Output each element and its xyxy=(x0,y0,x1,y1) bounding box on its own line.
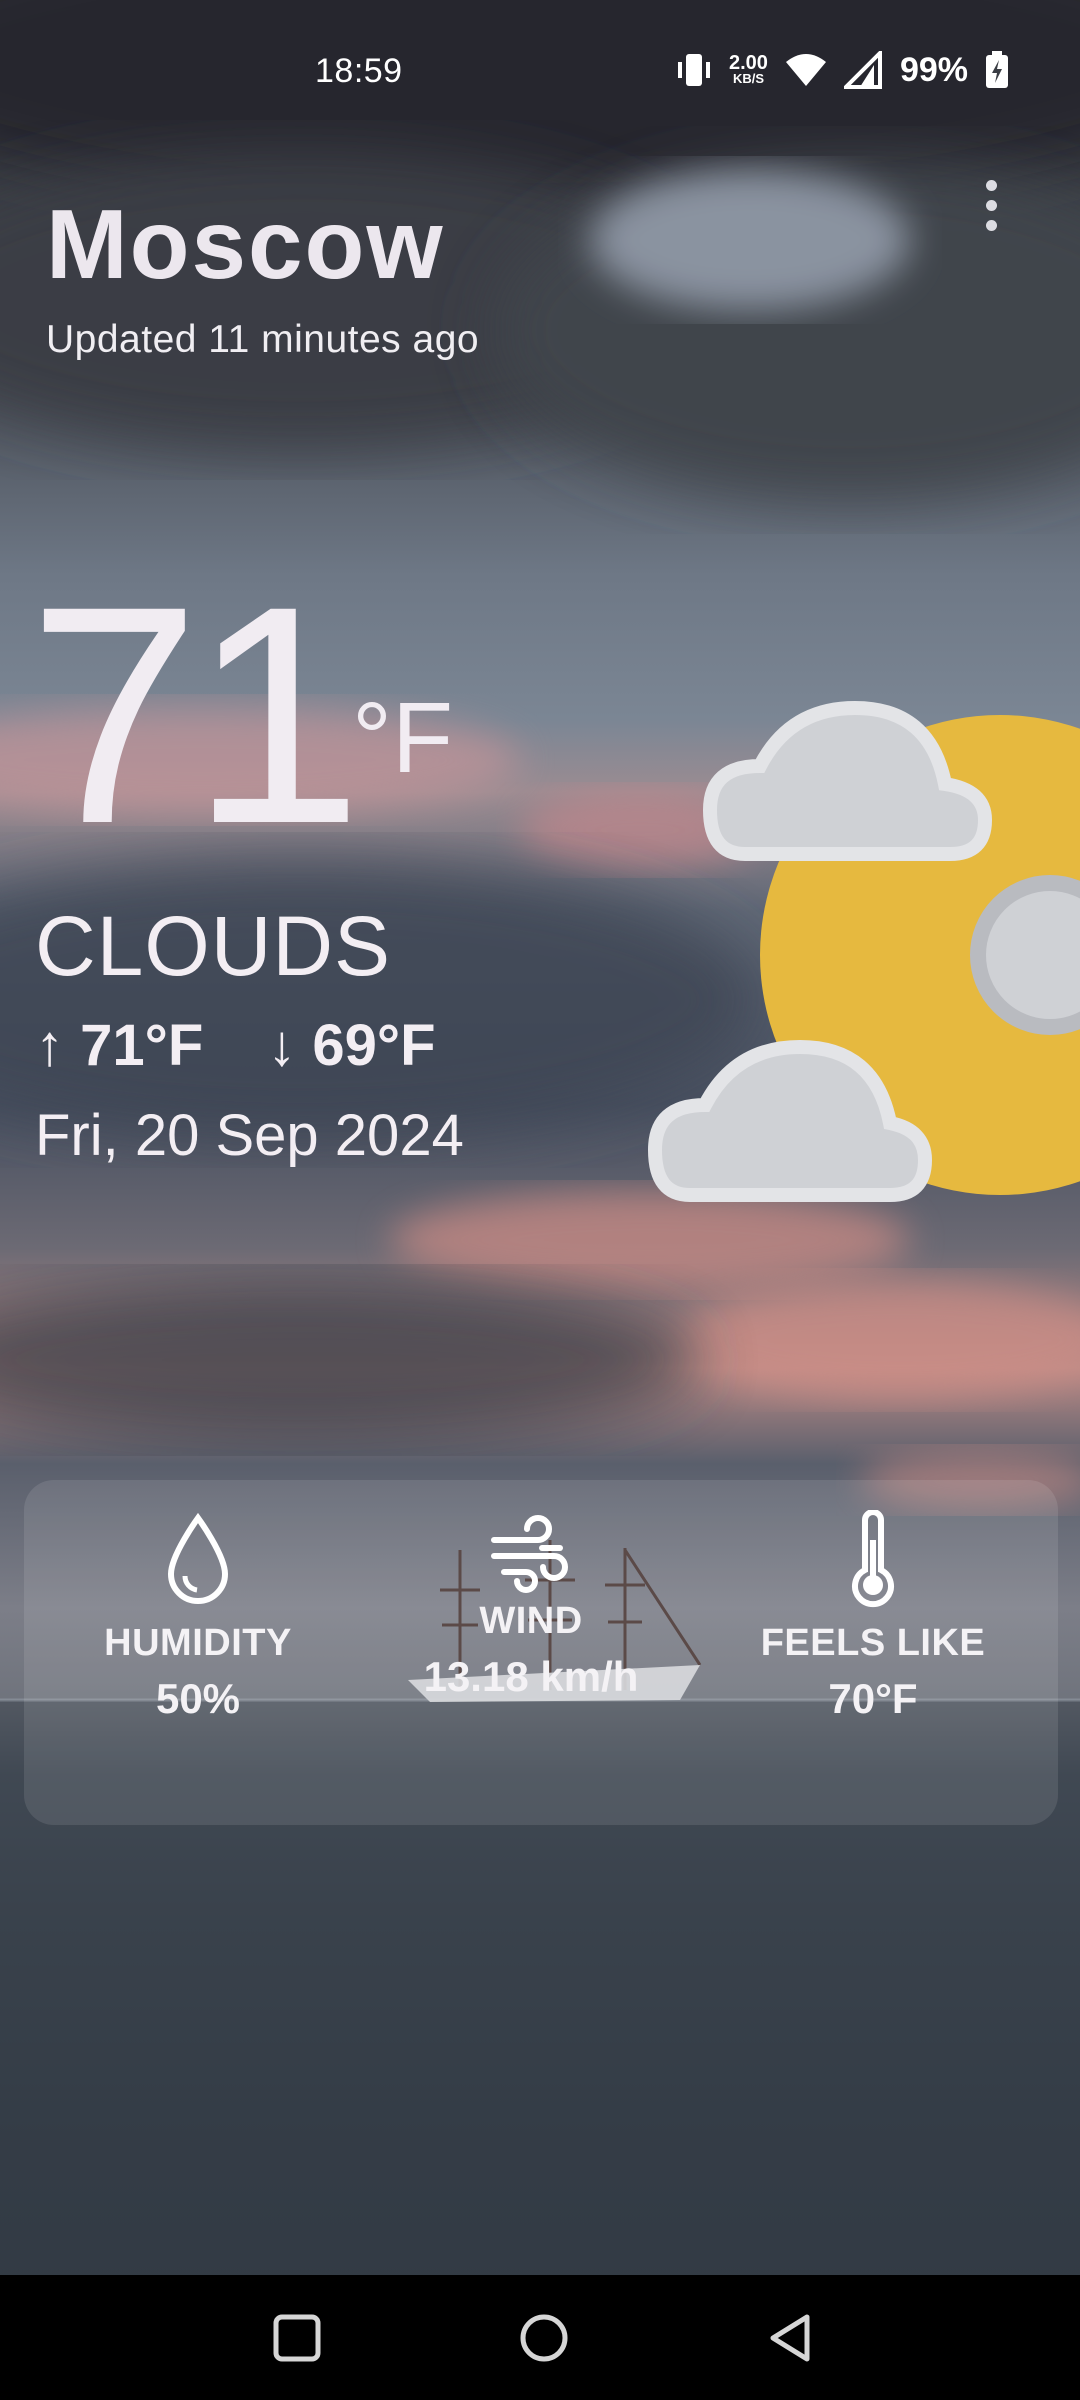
low-temperature: ↓ 69°F xyxy=(267,1013,436,1078)
battery-charging-icon xyxy=(986,51,1008,88)
wind-label: WIND xyxy=(479,1600,583,1642)
status-time: 18:59 xyxy=(315,52,403,90)
recents-square-icon[interactable] xyxy=(267,2308,327,2368)
temperature-unit: °F xyxy=(352,682,454,794)
wind-stat: WIND 13.18 km/h xyxy=(381,1510,681,1701)
current-temperature: 71 xyxy=(28,541,363,888)
home-circle-icon[interactable] xyxy=(514,2308,574,2368)
last-updated: Updated 11 minutes ago xyxy=(46,318,480,361)
sun-behind-clouds-icon xyxy=(647,700,1080,1202)
feels-like-value: 70°F xyxy=(828,1675,918,1722)
city-name: Moscow xyxy=(46,189,445,299)
status-icons: 2.00 KB/S 99% xyxy=(675,48,1010,92)
current-date: Fri, 20 Sep 2024 xyxy=(35,1103,464,1168)
feels-like-stat: FEELS LIKE 70°F xyxy=(723,1510,1023,1723)
network-speed-unit: KB/S xyxy=(732,71,764,86)
wind-value: 13.18 km/h xyxy=(423,1653,639,1700)
humidity-label: HUMIDITY xyxy=(104,1622,292,1664)
wifi-icon xyxy=(785,54,826,86)
network-speed: 2.00 KB/S xyxy=(729,52,768,86)
status-bar: 18:59 2.00 KB/S 99% xyxy=(0,0,1080,140)
high-temperature: ↑ 71°F xyxy=(35,1013,204,1078)
min-max-temperature: ↑ 71°F ↓ 69°F xyxy=(35,1012,436,1079)
wind-icon xyxy=(491,1515,568,1593)
more-options-button[interactable] xyxy=(966,170,1016,240)
more-vertical-icon xyxy=(985,179,997,191)
vibrate-icon xyxy=(678,54,710,86)
weather-screen: 18:59 2.00 KB/S 99% Moscow Updated 11 mi… xyxy=(0,0,1080,2400)
battery-percent: 99% xyxy=(899,50,968,89)
water-drop-icon xyxy=(167,1512,229,1604)
network-speed-value: 2.00 xyxy=(729,52,768,74)
thermometer-icon xyxy=(852,1510,894,1608)
signal-icon xyxy=(843,51,882,89)
feels-like-label: FEELS LIKE xyxy=(760,1622,986,1664)
humidity-value: 50% xyxy=(155,1675,241,1722)
humidity-stat: HUMIDITY 50% xyxy=(48,1510,348,1723)
weather-condition: CLOUDS xyxy=(35,899,392,993)
back-triangle-icon[interactable] xyxy=(761,2308,821,2368)
